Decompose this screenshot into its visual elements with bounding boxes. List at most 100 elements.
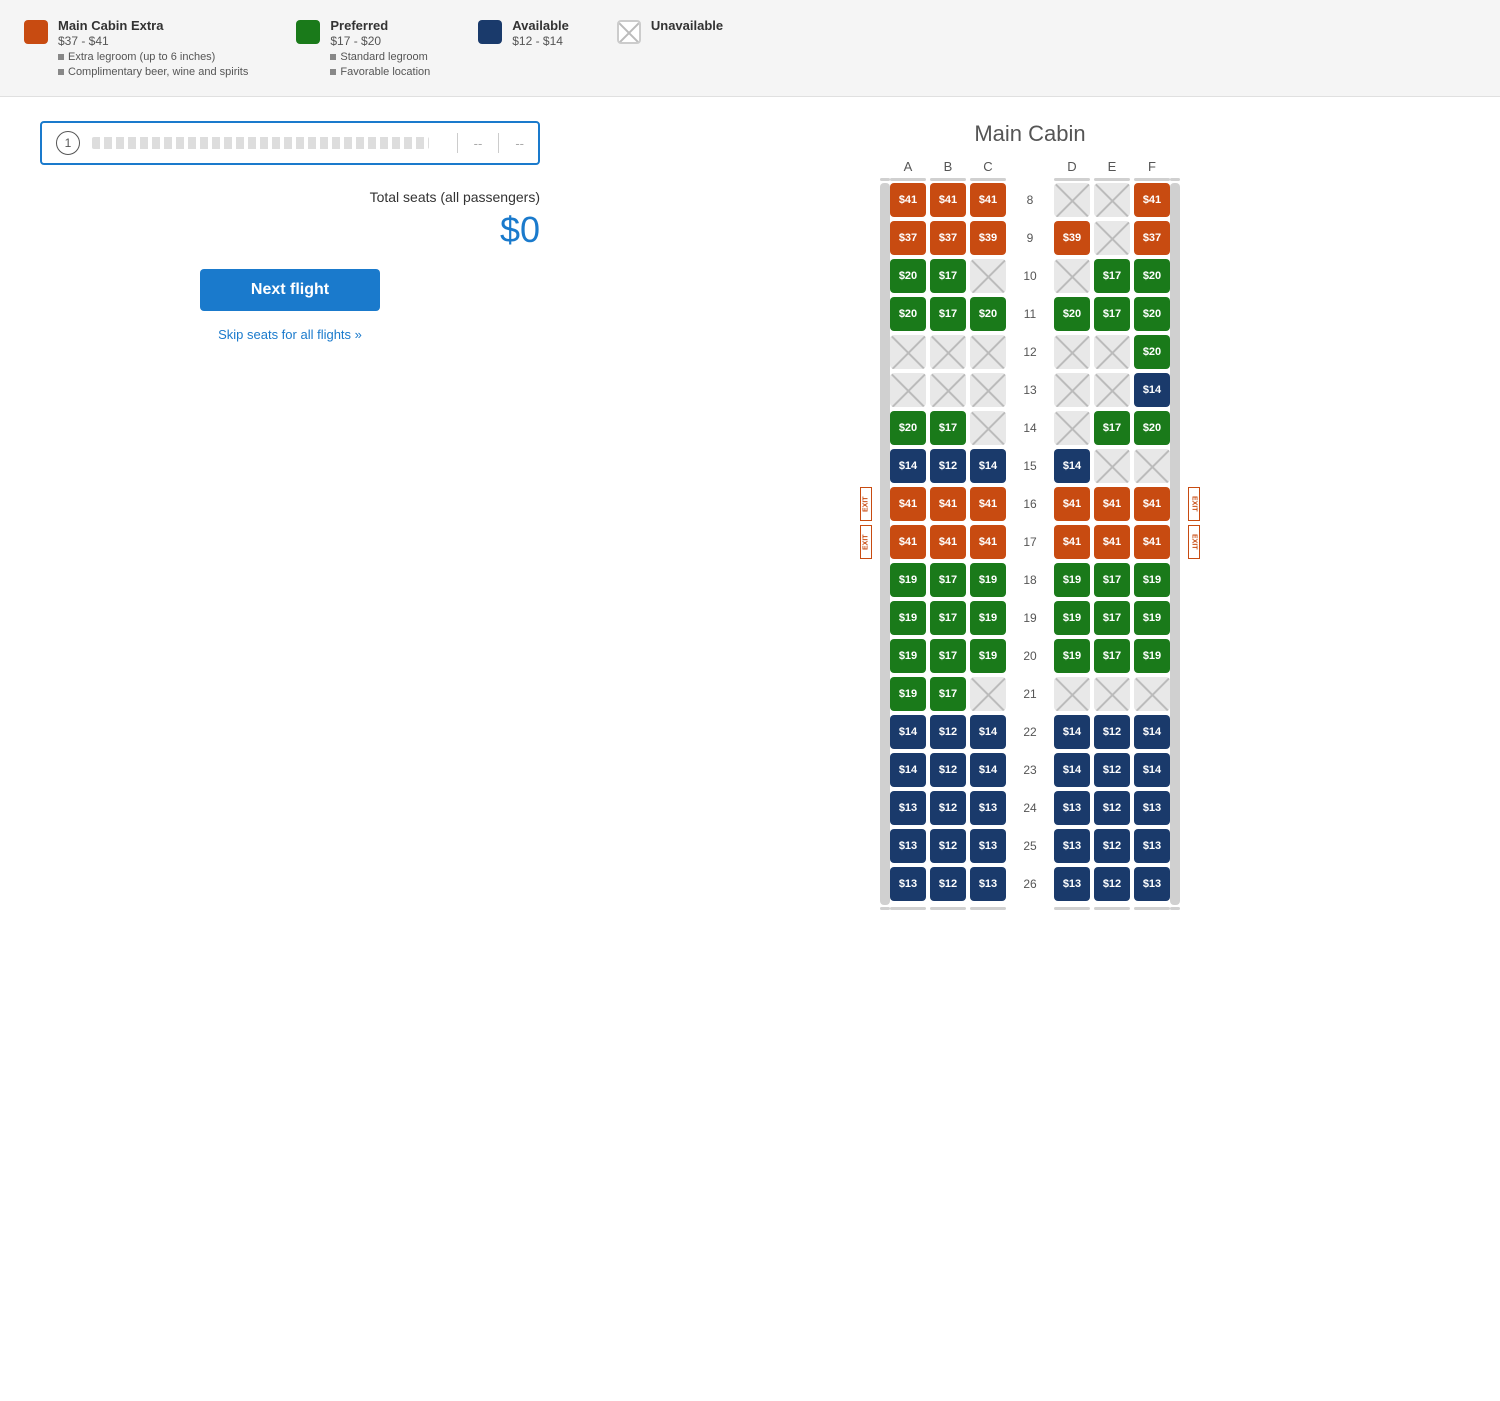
seat-24f[interactable]: $13 (1134, 791, 1170, 825)
seat-9c[interactable]: $39 (970, 221, 1006, 255)
seat-20d[interactable]: $19 (1054, 639, 1090, 673)
seat-18b[interactable]: $17 (930, 563, 966, 597)
seat-row-14: $20$1714$17$20 (890, 411, 1170, 445)
seat-18c[interactable]: $19 (970, 563, 1006, 597)
seat-25c[interactable]: $13 (970, 829, 1006, 863)
seat-15b[interactable]: $12 (930, 449, 966, 483)
seat-16d[interactable]: $41 (1054, 487, 1090, 521)
seat-8b[interactable]: $41 (930, 183, 966, 217)
passenger-row[interactable]: 1 -- -- (40, 121, 540, 165)
seat-26b[interactable]: $12 (930, 867, 966, 901)
seat-16e[interactable]: $41 (1094, 487, 1130, 521)
seat-20e[interactable]: $17 (1094, 639, 1130, 673)
seat-23d[interactable]: $14 (1054, 753, 1090, 787)
seat-18a[interactable]: $19 (890, 563, 926, 597)
seat-22a[interactable]: $14 (890, 715, 926, 749)
seat-10a[interactable]: $20 (890, 259, 926, 293)
seat-25e[interactable]: $12 (1094, 829, 1130, 863)
seat-16a[interactable]: $41 (890, 487, 926, 521)
seat-10f[interactable]: $20 (1134, 259, 1170, 293)
seat-19c[interactable]: $19 (970, 601, 1006, 635)
seat-9f[interactable]: $37 (1134, 221, 1170, 255)
seat-13f[interactable]: $14 (1134, 373, 1170, 407)
seat-26a[interactable]: $13 (890, 867, 926, 901)
seat-23f[interactable]: $14 (1134, 753, 1170, 787)
seat-23b[interactable]: $12 (930, 753, 966, 787)
seat-26f[interactable]: $13 (1134, 867, 1170, 901)
seat-17d[interactable]: $41 (1054, 525, 1090, 559)
seat-24e[interactable]: $12 (1094, 791, 1130, 825)
seat-18f[interactable]: $19 (1134, 563, 1170, 597)
seat-8d (1054, 183, 1090, 217)
seat-14a[interactable]: $20 (890, 411, 926, 445)
col-header-e: E (1094, 159, 1130, 174)
seat-24c[interactable]: $13 (970, 791, 1006, 825)
seat-9a[interactable]: $37 (890, 221, 926, 255)
seat-19b[interactable]: $17 (930, 601, 966, 635)
seat-15d[interactable]: $14 (1054, 449, 1090, 483)
seat-22b[interactable]: $12 (930, 715, 966, 749)
seat-18e[interactable]: $17 (1094, 563, 1130, 597)
seat-19f[interactable]: $19 (1134, 601, 1170, 635)
seat-26d[interactable]: $13 (1054, 867, 1090, 901)
seat-11a[interactable]: $20 (890, 297, 926, 331)
legend-name-available: Available (512, 18, 569, 33)
seat-14f[interactable]: $20 (1134, 411, 1170, 445)
seat-22d[interactable]: $14 (1054, 715, 1090, 749)
seat-9b[interactable]: $37 (930, 221, 966, 255)
seat-17e[interactable]: $41 (1094, 525, 1130, 559)
seat-11f[interactable]: $20 (1134, 297, 1170, 331)
seat-17f[interactable]: $41 (1134, 525, 1170, 559)
seat-16f[interactable]: $41 (1134, 487, 1170, 521)
seat-11c[interactable]: $20 (970, 297, 1006, 331)
skip-seats-link[interactable]: Skip seats for all flights » (40, 327, 540, 342)
next-flight-button[interactable]: Next flight (200, 269, 380, 311)
seat-24a[interactable]: $13 (890, 791, 926, 825)
seat-17b[interactable]: $41 (930, 525, 966, 559)
seat-21a[interactable]: $19 (890, 677, 926, 711)
seat-24d[interactable]: $13 (1054, 791, 1090, 825)
seat-15c[interactable]: $14 (970, 449, 1006, 483)
seat-20a[interactable]: $19 (890, 639, 926, 673)
seat-22e[interactable]: $12 (1094, 715, 1130, 749)
seat-19e[interactable]: $17 (1094, 601, 1130, 635)
seat-8a[interactable]: $41 (890, 183, 926, 217)
seat-19a[interactable]: $19 (890, 601, 926, 635)
seat-15a[interactable]: $14 (890, 449, 926, 483)
seat-11b[interactable]: $17 (930, 297, 966, 331)
seat-23a[interactable]: $14 (890, 753, 926, 787)
seat-19d[interactable]: $19 (1054, 601, 1090, 635)
seat-10b[interactable]: $17 (930, 259, 966, 293)
seat-26e[interactable]: $12 (1094, 867, 1130, 901)
seat-9d[interactable]: $39 (1054, 221, 1090, 255)
seat-21b[interactable]: $17 (930, 677, 966, 711)
seat-22f[interactable]: $14 (1134, 715, 1170, 749)
seat-22c[interactable]: $14 (970, 715, 1006, 749)
seat-18d[interactable]: $19 (1054, 563, 1090, 597)
seat-23c[interactable]: $14 (970, 753, 1006, 787)
seat-20f[interactable]: $19 (1134, 639, 1170, 673)
seat-12f[interactable]: $20 (1134, 335, 1170, 369)
seat-23e[interactable]: $12 (1094, 753, 1130, 787)
seat-11d[interactable]: $20 (1054, 297, 1090, 331)
seat-26c[interactable]: $13 (970, 867, 1006, 901)
seat-25b[interactable]: $12 (930, 829, 966, 863)
seat-24b[interactable]: $12 (930, 791, 966, 825)
seat-20c[interactable]: $19 (970, 639, 1006, 673)
seat-20b[interactable]: $17 (930, 639, 966, 673)
col-header-gap (1010, 159, 1050, 174)
row-number-20: 20 (1010, 639, 1050, 673)
seat-10e[interactable]: $17 (1094, 259, 1130, 293)
seat-25d[interactable]: $13 (1054, 829, 1090, 863)
seat-8f[interactable]: $41 (1134, 183, 1170, 217)
seat-14b[interactable]: $17 (930, 411, 966, 445)
seat-25f[interactable]: $13 (1134, 829, 1170, 863)
seat-17c[interactable]: $41 (970, 525, 1006, 559)
seat-16b[interactable]: $41 (930, 487, 966, 521)
seat-25a[interactable]: $13 (890, 829, 926, 863)
seat-14e[interactable]: $17 (1094, 411, 1130, 445)
seat-11e[interactable]: $17 (1094, 297, 1130, 331)
seat-16c[interactable]: $41 (970, 487, 1006, 521)
seat-17a[interactable]: $41 (890, 525, 926, 559)
seat-8c[interactable]: $41 (970, 183, 1006, 217)
